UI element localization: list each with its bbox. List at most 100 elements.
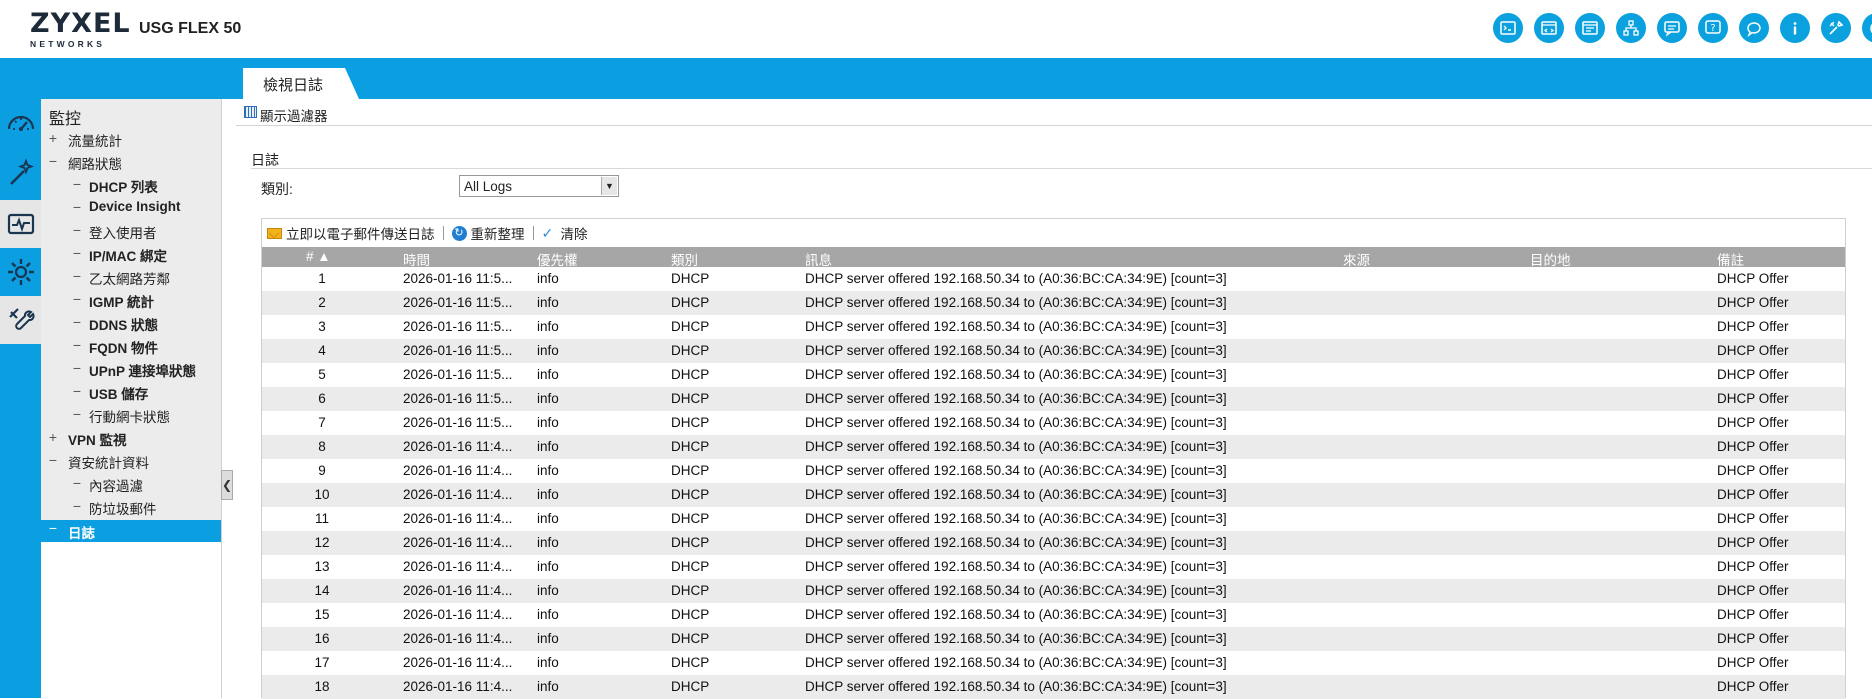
tree-item-device-insight[interactable]: − Device Insight [41, 199, 221, 222]
table-row[interactable]: 16 2026-01-16 11:4... info DHCP DHCP server … [262, 627, 1845, 651]
info-icon[interactable] [1780, 13, 1810, 43]
email-log-label: 立即以電子郵件傳送日誌 [286, 227, 435, 242]
cell-time: 2026-01-16 11:5... [403, 415, 513, 430]
table-row[interactable]: 13 2026-01-16 11:4... info DHCP DHCP server … [262, 555, 1845, 579]
tree-item-security-stats[interactable]: − 資安統計資料 [41, 452, 221, 475]
tree-item-dhcp-list[interactable]: − DHCP 列表 [41, 176, 221, 199]
table-row[interactable]: 3 2026-01-16 11:5... info DHCP DHCP server o… [262, 315, 1845, 339]
help-icon[interactable]: ? [1698, 13, 1728, 43]
chevron-down-icon[interactable]: ▼ [601, 177, 617, 195]
zyxel-logo[interactable]: ZYXEL NETWORKS [30, 10, 130, 50]
cell-number: 11 [314, 511, 329, 526]
table-row[interactable]: 7 2026-01-16 11:5... info DHCP DHCP server o… [262, 411, 1845, 435]
tree-item-ethernet-neighbor[interactable]: − 乙太網路芳鄰 [41, 268, 221, 291]
tree-dash: − [72, 176, 82, 192]
cell-priority: info [537, 367, 559, 382]
table-row[interactable]: 8 2026-01-16 11:4... info DHCP DHCP server o… [262, 435, 1845, 459]
cell-time: 2026-01-16 11:4... [403, 631, 513, 646]
column-header-category[interactable]: 類別 [671, 247, 698, 268]
cli-icon[interactable] [1534, 13, 1564, 43]
table-row[interactable]: 4 2026-01-16 11:5... info DHCP DHCP server o… [262, 339, 1845, 363]
column-header-number[interactable]: # ▲ [306, 247, 331, 267]
refresh-button[interactable]: ↻ 重新整理 [451, 223, 525, 243]
tree-item-log[interactable]: − 日誌 [41, 520, 221, 542]
tools-icon[interactable] [1821, 13, 1851, 43]
filter-icon[interactable] [244, 106, 257, 118]
tree-item-vpn-monitor[interactable]: + VPN 監視 [41, 429, 221, 452]
tree-item-ip-mac-binding[interactable]: − IP/MAC 綁定 [41, 245, 221, 268]
chat-icon[interactable] [1739, 13, 1769, 43]
tree-item-label: IGMP 統計 [89, 295, 155, 310]
tree-item-label: DDNS 狀態 [89, 318, 159, 333]
collapse-icon[interactable]: − [48, 153, 58, 169]
tree-item-ddns-status[interactable]: − DDNS 狀態 [41, 314, 221, 337]
wizard-icon[interactable] [0, 149, 41, 197]
column-header-message[interactable]: 訊息 [805, 247, 832, 268]
show-filter-link[interactable]: 顯示過濾器 [260, 109, 328, 124]
column-header-source[interactable]: 來源 [1343, 247, 1370, 268]
header-toolbar: ? [1493, 13, 1872, 43]
email-log-button[interactable]: 立即以電子郵件傳送日誌 [267, 223, 435, 243]
messages-icon[interactable] [1657, 13, 1687, 43]
cell-time: 2026-01-16 11:5... [403, 343, 513, 358]
cell-priority: info [537, 439, 559, 454]
cell-time: 2026-01-16 11:4... [403, 535, 513, 550]
collapse-icon[interactable]: − [48, 452, 58, 468]
tree-dash: − [72, 314, 82, 330]
table-row[interactable]: 1 2026-01-16 11:5... info DHCP DHCP server o… [262, 267, 1845, 291]
tree-item-anti-spam[interactable]: − 防垃圾郵件 [41, 498, 221, 521]
column-header-note[interactable]: 備註 [1717, 247, 1744, 268]
tree-item-cellular-status[interactable]: − 行動網卡狀態 [41, 406, 221, 429]
console-icon[interactable] [1493, 13, 1523, 43]
table-row[interactable]: 14 2026-01-16 11:4... info DHCP DHCP server … [262, 579, 1845, 603]
table-row[interactable]: 11 2026-01-16 11:4... info DHCP DHCP server … [262, 507, 1845, 531]
configuration-icon[interactable] [0, 248, 41, 296]
table-row[interactable]: 6 2026-01-16 11:5... info DHCP DHCP server o… [262, 387, 1845, 411]
monitor-icon[interactable] [0, 200, 41, 248]
tree-dash: − [72, 199, 82, 215]
tree-item-usb-storage[interactable]: − USB 儲存 [41, 383, 221, 406]
column-header-time[interactable]: 時間 [403, 247, 430, 268]
tree-item-content-filter[interactable]: − 內容過濾 [41, 475, 221, 498]
sitemap-icon[interactable] [1616, 13, 1646, 43]
column-header-destination[interactable]: 目的地 [1530, 247, 1571, 268]
refresh-icon: ↻ [451, 225, 467, 241]
table-row[interactable]: 17 2026-01-16 11:4... info DHCP DHCP server … [262, 651, 1845, 675]
toolbar-separator [442, 226, 444, 240]
tree-item-label: 內容過濾 [89, 479, 143, 494]
clear-button[interactable]: ✓ 清除 [542, 223, 588, 243]
column-header-priority[interactable]: 優先權 [537, 247, 578, 268]
panel-splitter[interactable] [221, 99, 235, 698]
category-select[interactable]: All Logs ▼ [459, 175, 619, 197]
table-row[interactable]: 9 2026-01-16 11:4... info DHCP DHCP server o… [262, 459, 1845, 483]
collapse-panel-icon[interactable]: ❮ [221, 470, 233, 500]
tree-item-label: FQDN 物件 [89, 341, 158, 356]
logout-icon[interactable] [1862, 13, 1872, 43]
maintenance-icon[interactable] [0, 296, 41, 344]
tree-item-login-users[interactable]: − 登入使用者 [41, 222, 221, 245]
tree-dash: − [72, 268, 82, 284]
tree-item-traffic-stats[interactable]: + 流量統計 [41, 130, 221, 153]
table-row[interactable]: 5 2026-01-16 11:5... info DHCP DHCP server o… [262, 363, 1845, 387]
cell-time: 2026-01-16 11:5... [403, 319, 513, 334]
tab-view-log[interactable]: 檢視日誌 [243, 68, 345, 99]
cell-note: DHCP Offer [1717, 655, 1789, 670]
cell-message: DHCP server offered 192.168.50.34 to (A0… [805, 367, 1227, 382]
table-row[interactable]: 10 2026-01-16 11:4... info DHCP DHCP server … [262, 483, 1845, 507]
cell-note: DHCP Offer [1717, 391, 1789, 406]
expand-icon[interactable]: + [48, 429, 58, 445]
tree-item-igmp-stats[interactable]: − IGMP 統計 [41, 291, 221, 314]
expand-icon[interactable]: + [48, 130, 58, 146]
cell-message: DHCP server offered 192.168.50.34 to (A0… [805, 271, 1227, 286]
table-row[interactable]: 18 2026-01-16 11:4... info DHCP DHCP server … [262, 675, 1845, 699]
window-icon[interactable] [1575, 13, 1605, 43]
tree-item-network-status[interactable]: − 網路狀態 [41, 153, 221, 176]
cell-note: DHCP Offer [1717, 631, 1789, 646]
dashboard-icon[interactable] [0, 99, 41, 147]
tree-item-fqdn-object[interactable]: − FQDN 物件 [41, 337, 221, 360]
tree-item-upnp-port-status[interactable]: − UPnP 連接埠狀態 [41, 360, 221, 383]
table-row[interactable]: 2 2026-01-16 11:5... info DHCP DHCP server o… [262, 291, 1845, 315]
table-row[interactable]: 12 2026-01-16 11:4... info DHCP DHCP server … [262, 531, 1845, 555]
table-row[interactable]: 15 2026-01-16 11:4... info DHCP DHCP server … [262, 603, 1845, 627]
category-value: All Logs [464, 179, 513, 194]
